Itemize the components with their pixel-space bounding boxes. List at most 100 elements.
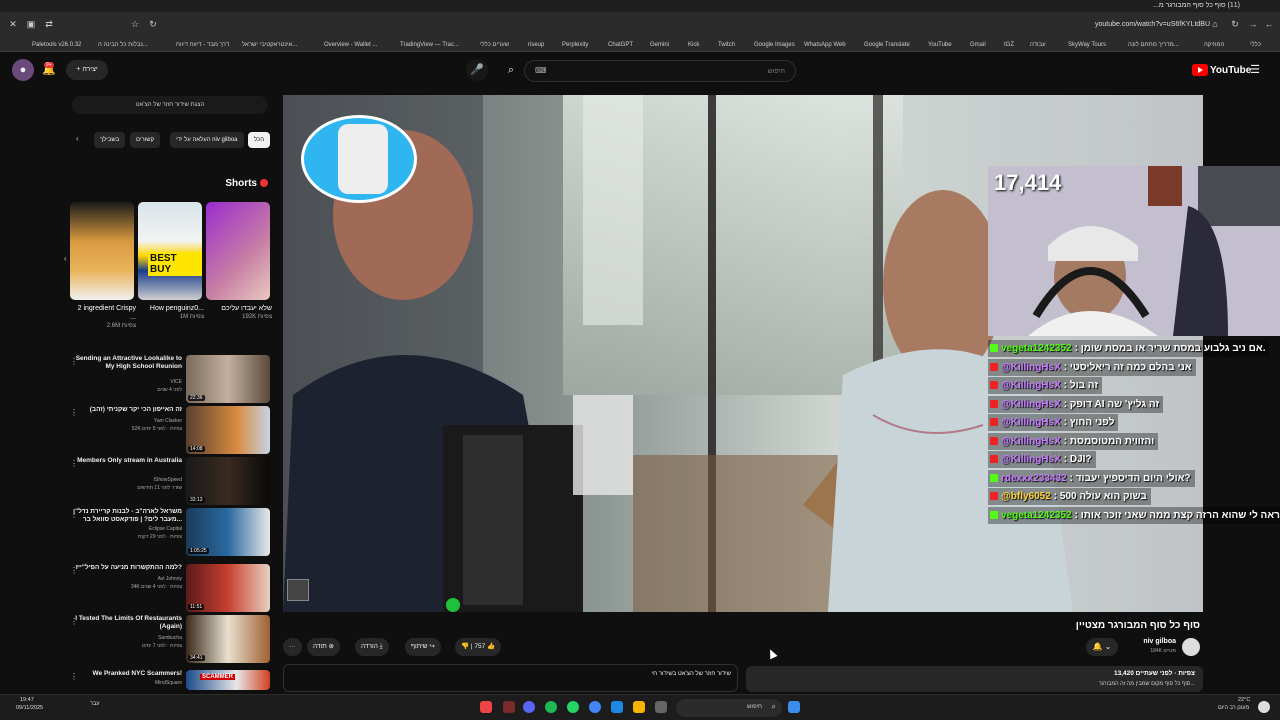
video-title[interactable]: I Tested The Limits Of Restaurants (Agai…: [72, 615, 182, 631]
whatsapp-icon[interactable]: [567, 701, 579, 713]
bookmark-item[interactable]: כללי: [1250, 38, 1261, 52]
bookmark-item[interactable]: Overview - Wallet ...: [324, 38, 377, 52]
bookmark-item[interactable]: דרך מבד - דיווח דיווח: [176, 38, 229, 52]
short-meta-2[interactable]: How penguinz0... 1M צפיות: [138, 304, 204, 322]
list-item[interactable]: 11:51 למה ההתקשרות מניעה על הפיל"ייז? Av…: [64, 564, 276, 612]
more-icon[interactable]: ⋮: [70, 357, 78, 366]
youtube-logo[interactable]: YouTube: [1192, 63, 1251, 77]
language-indicator[interactable]: עבר: [90, 701, 99, 708]
video-title[interactable]: Sending an Attractive Lookalike to My Hi…: [72, 355, 182, 371]
video-title[interactable]: זה האייפון הכי יקר שקניתי (זהב): [72, 406, 182, 414]
chip-foryou[interactable]: בשבילך: [94, 132, 126, 148]
windows-start-icon[interactable]: [788, 701, 800, 713]
back-arrow-icon[interactable]: ←: [1264, 19, 1274, 29]
short-meta-1[interactable]: שלא יעבדו עליכם 192K צפיות: [206, 304, 272, 322]
video-thumbnail[interactable]: 1:05:25: [186, 508, 270, 556]
channel-name[interactable]: Yam Clasker: [72, 418, 182, 425]
channel-name[interactable]: niv gilboa: [1143, 638, 1176, 645]
extension-icon[interactable]: ▣: [26, 19, 36, 29]
bookmark-item[interactable]: IGZ: [1004, 38, 1014, 52]
more-icon[interactable]: ⋮: [70, 408, 78, 417]
chevron-left-icon[interactable]: ‹: [76, 134, 79, 143]
app-icon[interactable]: [503, 701, 515, 713]
more-icon[interactable]: ⋮: [70, 510, 78, 519]
weather-text[interactable]: מעונן רב היום: [1218, 705, 1249, 712]
download-button[interactable]: הורדה ⤓: [355, 638, 389, 656]
channel-avatar[interactable]: [1182, 638, 1200, 656]
folder-icon[interactable]: [633, 701, 645, 713]
more-icon[interactable]: ⋮: [70, 672, 78, 681]
channel-name[interactable]: Avi Johnny: [72, 576, 182, 583]
bookmark-item[interactable]: Paletools v26.0.32: [32, 38, 81, 52]
clock-time[interactable]: 19:47: [20, 697, 34, 704]
app-icon[interactable]: [655, 701, 667, 713]
list-item[interactable]: 34:41 I Tested The Limits Of Restaurants…: [64, 615, 276, 663]
bookmark-item[interactable]: YouTube: [928, 38, 952, 52]
mic-icon[interactable]: 🎤: [466, 59, 488, 81]
video-title[interactable]: We Pranked NYC Scammers!: [72, 670, 182, 678]
bookmark-item[interactable]: אינטראקטיבי ישראל...: [242, 38, 297, 52]
reload-icon[interactable]: ↻: [1230, 19, 1240, 29]
list-item[interactable]: SCAMMER We Pranked NYC Scammers! MindSqu…: [64, 670, 276, 690]
bookmark-item[interactable]: שערים כללי: [480, 38, 509, 52]
more-icon[interactable]: ⋮: [70, 459, 78, 468]
video-title[interactable]: Members Only stream in Australia: [72, 457, 182, 465]
spotify-icon[interactable]: [545, 701, 557, 713]
video-thumbnail[interactable]: 11:51: [186, 564, 270, 612]
channel-name[interactable]: VICE: [72, 379, 182, 386]
bookmark-item[interactable]: SkyWay Tours: [1068, 38, 1106, 52]
thanks-button[interactable]: תודה ⊕: [307, 638, 340, 656]
app-icon[interactable]: [611, 701, 623, 713]
show-chat-replay-button[interactable]: הצגת שידור חוזר של הצ'אט: [72, 96, 268, 114]
list-item[interactable]: 14:08 זה האייפון הכי יקר שקניתי (זהב) Ya…: [64, 406, 276, 454]
like-dislike-button[interactable]: 👎 | 757 👍: [455, 638, 502, 656]
browser-tab-title[interactable]: (11) סוף כל סוף המבורגר מ...: [1153, 0, 1240, 12]
short-thumb-2[interactable]: BEST BUY: [138, 202, 202, 300]
bookmark-item[interactable]: WhatsApp Web: [804, 38, 846, 52]
bookmark-item[interactable]: עבודה: [1030, 38, 1046, 52]
search-button[interactable]: ⌕: [500, 59, 522, 81]
shorts-chevron-left-icon[interactable]: ‹: [64, 254, 67, 263]
more-icon[interactable]: ⋮: [70, 566, 78, 575]
chat-replay-panel[interactable]: שידור חוזר של הצ'אט בשידור חי: [283, 664, 738, 692]
keyboard-icon[interactable]: ⌨: [535, 66, 547, 75]
subscribe-bell-button[interactable]: 🔔 ⌄: [1086, 638, 1118, 656]
bookmark-item[interactable]: Perplexity: [562, 38, 588, 52]
short-thumb-1[interactable]: [206, 202, 270, 300]
bookmark-item[interactable]: Gmail: [970, 38, 986, 52]
weather-icon[interactable]: [1258, 701, 1270, 713]
chip-related[interactable]: קשורים: [130, 132, 161, 148]
bookmark-item[interactable]: Gemini: [650, 38, 669, 52]
bookmark-item[interactable]: riseup: [528, 38, 544, 52]
menu-icon[interactable]: ☰: [1244, 59, 1266, 81]
star-icon[interactable]: ☆: [130, 19, 140, 29]
bookmark-item[interactable]: Google Translate: [864, 38, 910, 52]
bookmark-item[interactable]: המוזיקה: [1204, 38, 1224, 52]
video-thumbnail[interactable]: SCAMMER: [186, 670, 270, 690]
short-thumb-3[interactable]: [70, 202, 134, 300]
chip-uploaded-by[interactable]: העלאה על ידי niv gilboa: [170, 132, 244, 148]
channel-name[interactable]: Eclipse Capital: [72, 526, 182, 533]
video-title[interactable]: למה ההתקשרות מניעה על הפיל"ייז?: [72, 564, 182, 572]
bookmark-item[interactable]: TradingView — Trac...: [400, 38, 459, 52]
channel-name[interactable]: IShowSpeed: [72, 477, 182, 484]
more-icon[interactable]: ⋮: [70, 617, 78, 626]
back-icon[interactable]: ✕: [8, 19, 18, 29]
chrome-icon[interactable]: [589, 701, 601, 713]
video-description[interactable]: 13,420 צפיות · לפני שעתיים סוף כל סוף מק…: [746, 666, 1203, 692]
clock-date[interactable]: 09/11/2025: [16, 705, 43, 712]
search-input[interactable]: [555, 64, 785, 78]
address-bar[interactable]: youtube.com/watch?v=uS6fKYLtdBU: [1095, 17, 1210, 33]
video-thumbnail[interactable]: 14:08: [186, 406, 270, 454]
bookmark-item[interactable]: ChatGPT: [608, 38, 633, 52]
short-meta-3[interactable]: 2 ingredient Crispy ... 2.6M צפיות: [70, 304, 136, 331]
channel-name[interactable]: Sambucha: [72, 635, 182, 642]
chip-all[interactable]: הכל: [248, 132, 271, 148]
list-item[interactable]: 1:05:25 משראל לארה"ב - לבנות קריירת נדל"…: [64, 508, 276, 556]
video-thumbnail[interactable]: 22:36: [186, 355, 270, 403]
bookmark-item[interactable]: Kick: [688, 38, 699, 52]
share-button[interactable]: שיתוף ↪: [405, 638, 441, 656]
app-icon[interactable]: [480, 701, 492, 713]
bookmark-item[interactable]: מדריך מתחם לונה...: [1128, 38, 1179, 52]
video-thumbnail[interactable]: 34:41: [186, 615, 270, 663]
